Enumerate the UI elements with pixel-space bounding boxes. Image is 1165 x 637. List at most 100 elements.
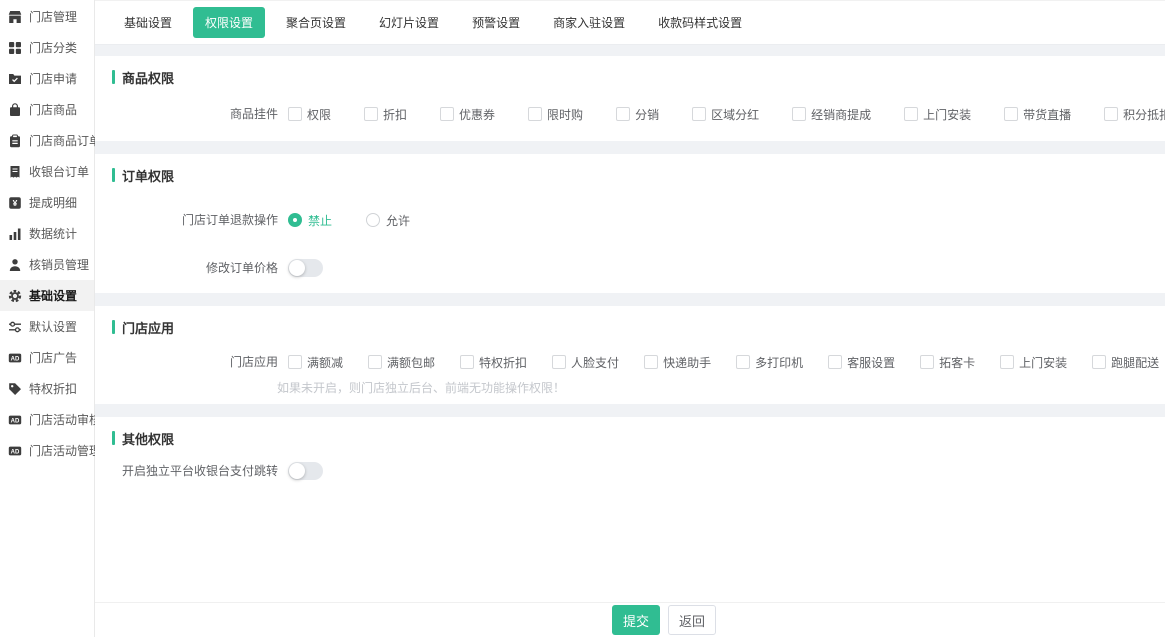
checkbox-option[interactable]: 上门安装 xyxy=(1000,353,1067,371)
svg-text:¥: ¥ xyxy=(13,198,18,208)
checkbox-option[interactable]: 人脸支付 xyxy=(552,353,619,371)
checkbox-label: 跑腿配送 xyxy=(1111,354,1159,371)
toggle-switch[interactable] xyxy=(288,259,323,277)
ad-badge-icon: AD xyxy=(8,351,22,365)
checkbox-icon xyxy=(288,107,302,121)
checkbox-option[interactable]: 区域分红 xyxy=(692,105,759,123)
tab-bar: 基础设置权限设置聚合页设置幻灯片设置预警设置商家入驻设置收款码样式设置 xyxy=(95,0,1165,45)
checkbox-option[interactable]: 权限 xyxy=(288,105,331,123)
checkbox-icon xyxy=(528,107,542,121)
tab-slideshow-settings[interactable]: 幻灯片设置 xyxy=(367,7,451,38)
radio-label: 禁止 xyxy=(308,212,332,229)
tab-warning-settings[interactable]: 预警设置 xyxy=(460,7,532,38)
checkbox-label: 人脸支付 xyxy=(571,354,619,371)
sidebar-item-label: 门店活动管理 xyxy=(29,442,101,459)
checkbox-option[interactable]: 满额包邮 xyxy=(368,353,435,371)
checkbox-option[interactable]: 限时购 xyxy=(528,105,583,123)
sidebar-item-label: 门店商品 xyxy=(29,101,77,118)
tab-merchant-entry[interactable]: 商家入驻设置 xyxy=(541,7,637,38)
form-row: 门店应用满额减 满额包邮 特权折扣 人脸支付 快递助手 多打印机 客服设置 拓客卡 上门安装 跑腿… xyxy=(112,353,1165,396)
sidebar-item-basic-settings[interactable]: 基础设置 xyxy=(0,280,94,311)
sidebar-item-store-category[interactable]: 门店分类 xyxy=(0,32,94,63)
checkbox-option[interactable]: 优惠券 xyxy=(440,105,495,123)
checkbox-option[interactable]: 客服设置 xyxy=(828,353,895,371)
section-title-text: 商品权限 xyxy=(122,68,174,87)
section-2: 门店应用门店应用满额减满额包邮特权折扣人脸支付快递助手多打印机客服设置拓客卡上门… xyxy=(95,306,1165,404)
tab-payment-code-style[interactable]: 收款码样式设置 xyxy=(646,7,754,38)
sidebar-item-store-goods[interactable]: 门店商品 xyxy=(0,94,94,125)
tab-basic-settings[interactable]: 基础设置 xyxy=(112,7,184,38)
sidebar-item-commission-details[interactable]: ¥ 提成明细 xyxy=(0,187,94,218)
content-filler xyxy=(95,501,1165,602)
toggle-switch[interactable] xyxy=(288,462,323,480)
field-label: 修改订单价格 xyxy=(112,259,278,277)
sidebar-item-default-settings[interactable]: 默认设置 xyxy=(0,311,94,342)
radio-icon xyxy=(288,213,302,227)
radio-option[interactable]: 禁止 xyxy=(288,211,332,229)
checkbox-option[interactable]: 折扣 xyxy=(364,105,407,123)
svg-text:AD: AD xyxy=(11,356,20,362)
checkbox-option[interactable]: 多打印机 xyxy=(736,353,803,371)
checkbox-icon xyxy=(440,107,454,121)
checkbox-icon xyxy=(1000,355,1014,369)
person-icon xyxy=(8,258,22,272)
checkbox-option[interactable]: 带货直播 xyxy=(1004,105,1071,123)
section-title: 订单权限 xyxy=(112,165,1165,185)
ad-badge-icon: AD xyxy=(8,444,22,458)
checkbox-icon xyxy=(368,355,382,369)
checkbox-icon xyxy=(460,355,474,369)
radio-option[interactable]: 允许 xyxy=(366,211,410,229)
grid-icon xyxy=(8,41,22,55)
sidebar-item-label: 默认设置 xyxy=(29,318,77,335)
sidebar-item-store-ads[interactable]: AD门店广告 xyxy=(0,342,94,373)
checkbox-option[interactable]: 跑腿配送 xyxy=(1092,353,1159,371)
section-title-bar xyxy=(112,431,115,445)
sidebar-item-privilege-discount[interactable]: 特权折扣 xyxy=(0,373,94,404)
checkbox-option[interactable]: 满额减 xyxy=(288,353,343,371)
submit-button[interactable]: 提交 xyxy=(612,605,660,635)
sidebar-item-label: 门店商品订单 xyxy=(29,132,101,149)
checkbox-option[interactable]: 上门安装 xyxy=(904,105,971,123)
sidebar-item-label: 提成明细 xyxy=(29,194,77,211)
checkbox-label: 优惠券 xyxy=(459,106,495,123)
footer-bar: 提交 返回 xyxy=(95,602,1165,637)
sidebar-item-label: 数据统计 xyxy=(29,225,77,242)
section-title: 商品权限 xyxy=(112,67,1165,87)
checkbox-label: 积分抵扣 xyxy=(1123,106,1165,123)
checkbox-group: 满额减满额包邮特权折扣人脸支付快递助手多打印机客服设置拓客卡上门安装跑腿配送拼团… xyxy=(288,353,1165,371)
checkbox-option[interactable]: 积分抵扣 xyxy=(1104,105,1165,123)
sidebar-item-store-activity-review[interactable]: AD门店活动审核 xyxy=(0,404,94,435)
checkbox-option[interactable]: 特权折扣 xyxy=(460,353,527,371)
sidebar-item-store-application[interactable]: 门店申请 xyxy=(0,63,94,94)
sidebar-item-verifier-management[interactable]: 核销员管理 xyxy=(0,249,94,280)
tab-permission-settings[interactable]: 权限设置 xyxy=(193,7,265,38)
sidebar-item-label: 门店活动审核 xyxy=(29,411,101,428)
checkbox-option[interactable]: 拓客卡 xyxy=(920,353,975,371)
checkbox-option[interactable]: 快递助手 xyxy=(644,353,711,371)
sidebar-item-store-goods-orders[interactable]: 门店商品订单 xyxy=(0,125,94,156)
checkbox-option[interactable]: 经销商提成 xyxy=(792,105,871,123)
sidebar-item-label: 门店申请 xyxy=(29,70,77,87)
tab-aggregate-page[interactable]: 聚合页设置 xyxy=(274,7,358,38)
section-title-bar xyxy=(112,70,115,84)
checkbox-option[interactable]: 分销 xyxy=(616,105,659,123)
field-control xyxy=(288,259,1165,277)
back-button[interactable]: 返回 xyxy=(668,605,716,635)
section-title-text: 门店应用 xyxy=(122,318,174,337)
checkbox-icon xyxy=(920,355,934,369)
sidebar-item-cashier-orders[interactable]: 收银台订单 xyxy=(0,156,94,187)
sidebar-item-store-activity-manage[interactable]: AD门店活动管理 xyxy=(0,435,94,466)
field-control: 禁止 允许 xyxy=(288,211,1165,229)
checkbox-label: 经销商提成 xyxy=(811,106,871,123)
form-row: 商品挂件权限折扣优惠券限时购分销区域分红经销商提成上门安装带货直播积分抵扣 xyxy=(112,105,1165,123)
sidebar-item-data-statistics[interactable]: 数据统计 xyxy=(0,218,94,249)
bag-icon xyxy=(8,103,22,117)
field-note: 如果未开启，则门店独立后台、前端无功能操作权限！ xyxy=(277,379,1165,396)
field-label: 门店应用 xyxy=(112,353,278,371)
main: 基础设置权限设置聚合页设置幻灯片设置预警设置商家入驻设置收款码样式设置 商品权限… xyxy=(95,0,1165,637)
checkbox-label: 上门安装 xyxy=(1019,354,1067,371)
checkbox-label: 区域分红 xyxy=(711,106,759,123)
toggle-knob xyxy=(289,463,305,479)
folder-check-icon xyxy=(8,72,22,86)
sidebar-item-store-management[interactable]: 门店管理 xyxy=(0,1,94,32)
